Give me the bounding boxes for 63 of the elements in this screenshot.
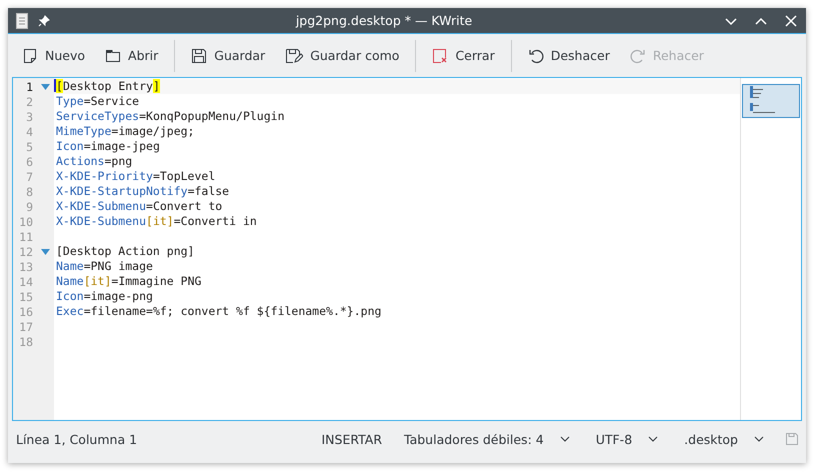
filetype-dropdown[interactable]: .desktop xyxy=(680,430,768,448)
code-line: [Desktop Action png] xyxy=(56,244,194,258)
code-line: ServiceTypes=KonqPopupMenu/Plugin xyxy=(56,109,284,123)
code-line: X-KDE-Submenu[it]=Converti in xyxy=(56,214,257,228)
open-button[interactable]: Abrir xyxy=(97,44,166,68)
fold-icon[interactable] xyxy=(41,248,50,254)
close-button[interactable]: Cerrar xyxy=(424,44,503,68)
close-document-icon xyxy=(432,48,448,64)
code-line: Type=Service xyxy=(56,94,140,108)
line-number: 11 xyxy=(18,230,33,244)
line-number: 5 xyxy=(25,140,33,154)
text-editor[interactable] xyxy=(12,77,802,421)
line-number: 4 xyxy=(25,124,33,138)
redo-icon xyxy=(630,48,646,64)
code-line: MimeType=image/jpeg; xyxy=(56,124,194,138)
line-number: 10 xyxy=(18,214,33,228)
window-title: jpg2png.desktop * — KWrite xyxy=(294,13,474,28)
new-button[interactable]: Nuevo xyxy=(14,44,94,68)
save-button[interactable]: Guardar xyxy=(183,44,274,68)
pin-icon[interactable] xyxy=(38,14,50,26)
code-line: Actions=png xyxy=(56,154,132,168)
code-line: [Desktop Entry] xyxy=(56,79,160,93)
chevron-down-icon xyxy=(560,436,570,442)
save-icon xyxy=(786,433,798,445)
line-number: 7 xyxy=(25,170,33,184)
code-line: Icon=image-jpeg xyxy=(56,139,160,153)
line-number: 14 xyxy=(18,274,33,288)
code-line: Icon=image-png xyxy=(56,289,153,303)
line-number: 9 xyxy=(25,200,33,214)
code-line: X-KDE-Submenu=Convert to xyxy=(56,199,222,213)
close-button[interactable] xyxy=(784,14,798,28)
line-number: 13 xyxy=(18,260,33,274)
save-icon xyxy=(191,48,208,64)
line-number: 12 xyxy=(18,244,33,258)
code-line: Name[it]=Immagine PNG xyxy=(56,274,202,288)
line-number: 1 xyxy=(25,80,33,94)
fold-icon[interactable] xyxy=(41,84,50,90)
document-icon[interactable] xyxy=(16,12,28,28)
saveas-button[interactable]: Guardar como xyxy=(277,44,408,68)
code-line: Name=PNG image xyxy=(56,259,153,273)
input-mode[interactable]: INSERTAR xyxy=(321,432,382,446)
code-line: X-KDE-Priority=TopLevel xyxy=(56,169,216,183)
line-number: 16 xyxy=(18,304,33,318)
line-number: 6 xyxy=(25,154,33,168)
code-line: X-KDE-StartupNotify=false xyxy=(56,184,230,198)
chevron-down-icon xyxy=(754,436,764,442)
line-number: 17 xyxy=(18,320,33,334)
indent-dropdown[interactable]: Tabuladores débiles: 4 xyxy=(400,430,574,448)
chevron-down-icon xyxy=(648,436,658,442)
line-number: 3 xyxy=(25,110,33,124)
line-number: 15 xyxy=(18,290,33,304)
encoding-dropdown[interactable]: UTF-8 xyxy=(592,430,662,448)
new-document-icon xyxy=(22,48,38,64)
undo-button[interactable]: Deshacer xyxy=(520,44,618,68)
line-number: 2 xyxy=(25,94,33,108)
undo-icon xyxy=(528,48,544,64)
cursor-position: Línea 1, Columna 1 xyxy=(16,432,138,446)
line-number: 18 xyxy=(18,334,33,348)
line-number: 8 xyxy=(25,184,33,198)
code-line: Exec=filename=%f; convert %f ${filename%.*}.png xyxy=(56,304,382,318)
folder-icon xyxy=(105,48,122,64)
save-as-icon xyxy=(285,48,304,64)
minimap-viewport[interactable] xyxy=(742,84,800,118)
